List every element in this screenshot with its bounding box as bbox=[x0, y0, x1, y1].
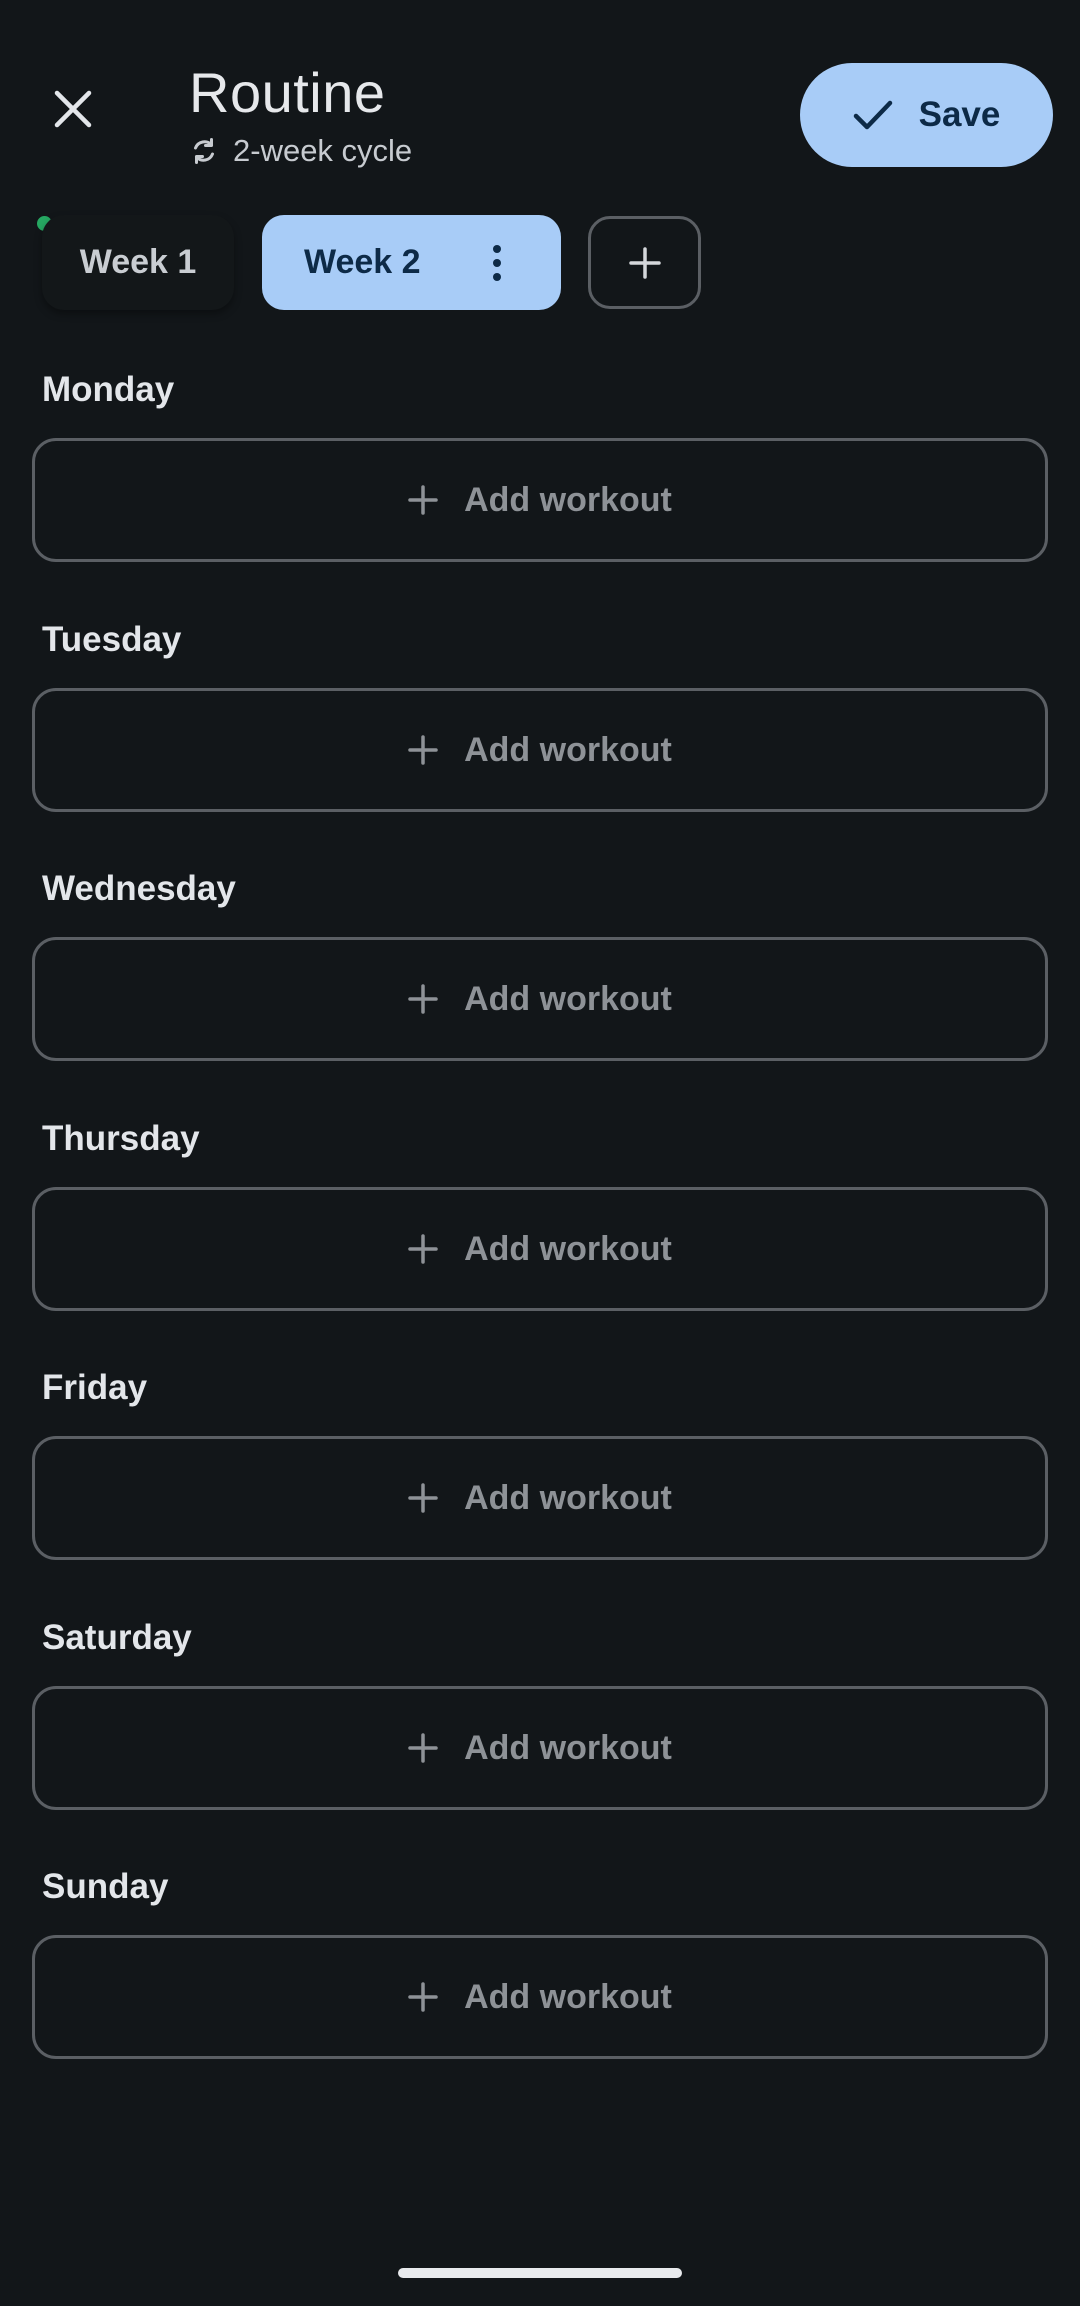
day-label-monday: Monday bbox=[42, 370, 175, 409]
save-label: Save bbox=[918, 95, 1001, 134]
day-label-sunday: Sunday bbox=[42, 1867, 169, 1906]
more-vert-icon[interactable] bbox=[491, 245, 503, 281]
add-workout-label: Add workout bbox=[464, 730, 672, 769]
save-button[interactable]: Save bbox=[800, 63, 1053, 167]
tab-week-1-label: Week 1 bbox=[79, 243, 197, 281]
add-workout-button-wednesday[interactable]: Add workout bbox=[32, 937, 1048, 1061]
add-workout-label: Add workout bbox=[464, 1977, 672, 2016]
plus-icon bbox=[408, 1982, 438, 2012]
close-button[interactable] bbox=[40, 76, 106, 142]
add-workout-label: Add workout bbox=[464, 979, 672, 1018]
plus-icon bbox=[408, 1733, 438, 1763]
add-workout-button-friday[interactable]: Add workout bbox=[32, 1436, 1048, 1560]
day-label-saturday: Saturday bbox=[42, 1618, 192, 1657]
tab-week-2[interactable]: Week 2 bbox=[262, 215, 561, 310]
add-workout-button-tuesday[interactable]: Add workout bbox=[32, 688, 1048, 812]
day-label-wednesday: Wednesday bbox=[42, 869, 236, 908]
add-workout-button-thursday[interactable]: Add workout bbox=[32, 1187, 1048, 1311]
day-label-friday: Friday bbox=[42, 1368, 148, 1407]
add-workout-label: Add workout bbox=[464, 1728, 672, 1767]
plus-icon bbox=[408, 485, 438, 515]
plus-icon bbox=[408, 1234, 438, 1264]
add-workout-button-sunday[interactable]: Add workout bbox=[32, 1935, 1048, 2059]
close-icon bbox=[54, 90, 92, 128]
cycle-subtitle: 2-week cycle bbox=[189, 131, 412, 171]
day-label-tuesday: Tuesday bbox=[42, 620, 182, 659]
page-title: Routine bbox=[189, 61, 386, 124]
plus-icon bbox=[628, 246, 661, 279]
day-label-thursday: Thursday bbox=[42, 1119, 200, 1158]
subtitle-text: 2-week cycle bbox=[233, 133, 413, 168]
tab-week-1[interactable]: Week 1 bbox=[42, 215, 234, 310]
add-week-button[interactable] bbox=[588, 216, 701, 309]
plus-icon bbox=[408, 984, 438, 1014]
home-indicator[interactable] bbox=[398, 2268, 682, 2278]
cycle-icon bbox=[189, 135, 221, 167]
plus-icon bbox=[408, 1483, 438, 1513]
add-workout-button-monday[interactable]: Add workout bbox=[32, 438, 1048, 562]
add-workout-label: Add workout bbox=[464, 1229, 672, 1268]
add-workout-label: Add workout bbox=[464, 480, 672, 519]
add-workout-button-saturday[interactable]: Add workout bbox=[32, 1686, 1048, 1810]
check-icon bbox=[853, 99, 893, 131]
plus-icon bbox=[408, 735, 438, 765]
add-workout-label: Add workout bbox=[464, 1478, 672, 1517]
tab-week-2-label: Week 2 bbox=[304, 243, 421, 281]
